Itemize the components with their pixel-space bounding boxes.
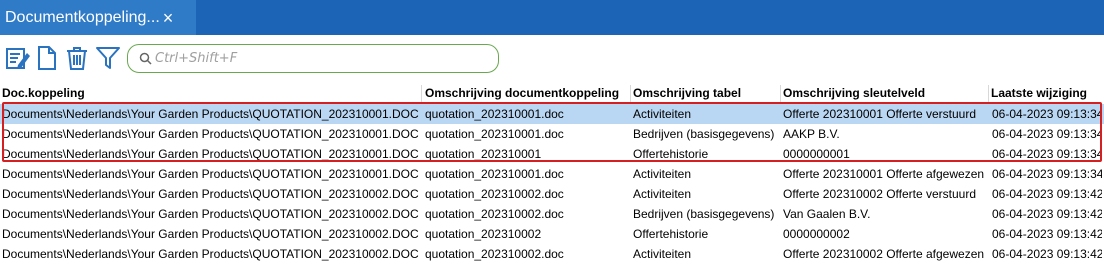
table-cell: quotation_202310002.doc — [425, 207, 564, 221]
table-cell: 06-04-2023 09:13:42 — [992, 187, 1102, 201]
column-divider[interactable] — [421, 85, 422, 102]
table-cell: AAKP B.V. — [783, 127, 840, 141]
table-cell: Documents\Nederlands\Your Garden Product… — [2, 247, 419, 261]
column-header-laatste-wijziging[interactable]: Laatste wijziging — [989, 85, 1104, 102]
table-cell: Documents\Nederlands\Your Garden Product… — [2, 207, 419, 221]
table-cell: Activiteiten — [633, 247, 692, 261]
close-icon[interactable]: × — [163, 9, 174, 27]
table-row[interactable]: Documents\Nederlands\Your Garden Product… — [0, 124, 1104, 144]
table-cell: 06-04-2023 09:13:34 — [992, 107, 1102, 121]
table-cell: Activiteiten — [633, 107, 692, 121]
table-cell: quotation_202310002.doc — [425, 247, 564, 261]
edit-list-icon[interactable] — [5, 45, 31, 71]
table-cell: quotation_202310001.doc — [425, 167, 564, 181]
table-cell: Bedrijven (basisgegevens) — [633, 127, 775, 141]
filter-icon[interactable] — [95, 45, 121, 71]
column-header-omschrijving-sleutelveld[interactable]: Omschrijving sleutelveld — [781, 85, 987, 102]
table-row[interactable]: Documents\Nederlands\Your Garden Product… — [0, 244, 1104, 264]
table-row[interactable]: Documents\Nederlands\Your Garden Product… — [0, 224, 1104, 244]
delete-icon[interactable] — [64, 45, 90, 71]
table-cell: Offerte 202310002 Offerte verstuurd — [783, 187, 977, 201]
search-icon — [139, 52, 152, 65]
table-cell: 06-04-2023 09:13:34 — [992, 147, 1102, 161]
table-row[interactable]: Documents\Nederlands\Your Garden Product… — [0, 164, 1104, 184]
table-cell: 0000000002 — [783, 227, 850, 241]
column-header-omschrijving-documentkoppeling[interactable]: Omschrijving documentkoppeling — [423, 85, 629, 102]
table-cell: Offerte 202310001 Offerte verstuurd — [783, 107, 977, 121]
table-row[interactable]: Documents\Nederlands\Your Garden Product… — [0, 104, 1104, 124]
table-row[interactable]: Documents\Nederlands\Your Garden Product… — [0, 144, 1104, 164]
new-document-icon[interactable] — [34, 45, 60, 71]
table-cell: Offerte 202310002 Offerte afgewezen — [783, 247, 985, 261]
column-header-doc-koppeling[interactable]: Doc.koppeling — [0, 85, 420, 102]
table-cell: quotation_202310001.doc — [425, 107, 564, 121]
table-cell: Documents\Nederlands\Your Garden Product… — [2, 107, 419, 121]
table-row[interactable]: Documents\Nederlands\Your Garden Product… — [0, 184, 1104, 204]
table-cell: Documents\Nederlands\Your Garden Product… — [2, 227, 419, 241]
table-cell: quotation_202310002 — [425, 227, 542, 241]
table-cell: Activiteiten — [633, 187, 692, 201]
column-header-omschrijving-tabel[interactable]: Omschrijving tabel — [631, 85, 779, 102]
table-cell: quotation_202310001.doc — [425, 127, 564, 141]
table-cell: Offertehistorie — [633, 147, 709, 161]
table-cell: Documents\Nederlands\Your Garden Product… — [2, 167, 419, 181]
title-bar: Documentkoppeling... × — [0, 0, 1104, 35]
search-box[interactable] — [127, 44, 499, 73]
table-cell: Bedrijven (basisgegevens) — [633, 207, 775, 221]
search-input[interactable] — [155, 49, 485, 68]
table-cell: Documents\Nederlands\Your Garden Product… — [2, 187, 419, 201]
table-cell: 06-04-2023 09:13:42 — [992, 247, 1102, 261]
table-cell: 06-04-2023 09:13:34 — [992, 167, 1102, 181]
table-cell: quotation_202310002.doc — [425, 187, 564, 201]
tab-title: Documentkoppeling... — [5, 8, 160, 26]
table-cell: Documents\Nederlands\Your Garden Product… — [2, 127, 419, 141]
table-cell: Offertehistorie — [633, 227, 709, 241]
document-tab[interactable]: Documentkoppeling... × — [0, 0, 196, 35]
table-row[interactable]: Documents\Nederlands\Your Garden Product… — [0, 204, 1104, 224]
table-cell: 06-04-2023 09:13:42 — [992, 227, 1102, 241]
table-cell: Offerte 202310001 Offerte afgewezen — [783, 167, 985, 181]
table-cell: Documents\Nederlands\Your Garden Product… — [2, 147, 419, 161]
table-cell: quotation_202310001 — [425, 147, 542, 161]
table-cell: Van Gaalen B.V. — [783, 207, 871, 221]
table-cell: 06-04-2023 09:13:34 — [992, 127, 1102, 141]
table-cell: 0000000001 — [783, 147, 850, 161]
table-cell: 06-04-2023 09:13:42 — [992, 207, 1102, 221]
table-cell: Activiteiten — [633, 167, 692, 181]
